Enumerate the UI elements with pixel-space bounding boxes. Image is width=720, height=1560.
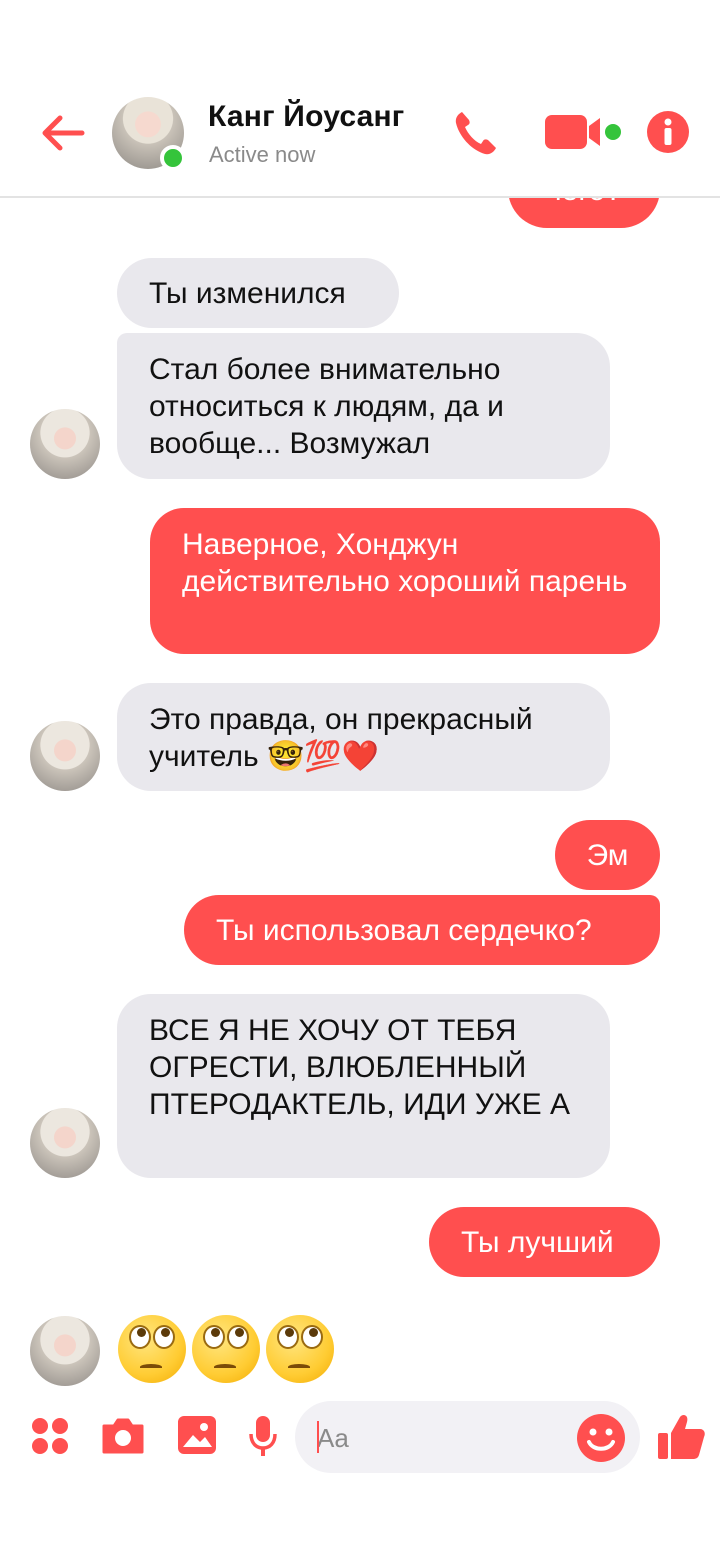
message-outgoing[interactable]: Эм — [555, 820, 660, 890]
info-icon — [647, 111, 689, 153]
eye-roll-emoji-icon — [118, 1315, 186, 1383]
contact-name[interactable]: Канг Йоусанг — [208, 100, 405, 134]
chat-header: Канг Йоусанг Active now — [0, 0, 720, 198]
apps-icon — [32, 1418, 68, 1454]
image-icon — [178, 1416, 216, 1454]
message-incoming[interactable]: Ты изменился — [117, 258, 399, 328]
online-indicator — [160, 145, 186, 171]
camera-icon — [102, 1418, 144, 1454]
message-incoming[interactable]: Стал более внимательно относиться к людя… — [117, 333, 610, 479]
message-incoming[interactable]: Это правда, он прекрасный учитель 🤓💯❤️ — [117, 683, 610, 791]
contact-avatar[interactable] — [30, 409, 100, 479]
text-caret — [317, 1421, 319, 1453]
message-text: Ты лучший — [461, 1226, 614, 1259]
back-arrow-icon — [42, 115, 85, 151]
contact-avatar[interactable] — [30, 1108, 100, 1178]
message-text: ВСЕ Я НЕ ХОЧУ ОТ ТЕБЯ ОГРЕСТИ, ВЛЮБЛЕННЫ… — [149, 1014, 570, 1121]
microphone-icon — [249, 1416, 277, 1456]
message-incoming[interactable]: ВСЕ Я НЕ ХОЧУ ОТ ТЕБЯ ОГРЕСТИ, ВЛЮБЛЕННЫ… — [117, 994, 610, 1178]
message-input[interactable] — [317, 1419, 557, 1457]
video-call-button[interactable] — [544, 112, 624, 152]
emoji-icon — [577, 1414, 625, 1462]
like-button[interactable] — [656, 1411, 706, 1461]
contact-status: Active now — [209, 142, 316, 167]
camera-button[interactable] — [100, 1416, 146, 1461]
info-button[interactable] — [646, 110, 690, 154]
eye-roll-emoji-icon — [192, 1315, 260, 1383]
message-text: Эм — [586, 839, 629, 872]
contact-avatar-header[interactable] — [112, 97, 186, 171]
phone-icon — [455, 112, 496, 155]
message-outgoing[interactable]: Наверное, Хонджун действительно хороший … — [150, 508, 660, 654]
message-text: Наверное, Хонджун действительно хороший … — [182, 528, 628, 598]
message-outgoing[interactable]: Ты использовал сердечко? — [184, 895, 660, 965]
message-list[interactable]: чего? Ты изменился Стал более внимательн… — [0, 0, 720, 1400]
contact-avatar[interactable] — [30, 1316, 100, 1386]
contact-avatar[interactable] — [30, 721, 100, 791]
voice-message-button[interactable] — [248, 1414, 278, 1463]
thumbs-up-icon — [658, 1414, 705, 1459]
message-text: Это правда, он прекрасный учитель 🤓💯❤️ — [149, 703, 533, 773]
emoji-message[interactable]: 🙄🙄🙄 — [118, 1315, 334, 1385]
emoji-button[interactable] — [576, 1413, 626, 1463]
eye-roll-emoji-icon — [266, 1315, 334, 1383]
message-text: Ты использовал сердечко? — [216, 914, 592, 947]
back-button[interactable] — [38, 108, 88, 158]
apps-button[interactable] — [30, 1416, 70, 1461]
message-text: Стал более внимательно относиться к людя… — [149, 353, 504, 460]
message-text: Ты изменился — [149, 277, 346, 310]
voice-call-button[interactable] — [452, 108, 500, 158]
gallery-button[interactable] — [176, 1414, 218, 1461]
message-outgoing[interactable]: Ты лучший — [429, 1207, 660, 1277]
video-camera-icon — [545, 115, 621, 149]
